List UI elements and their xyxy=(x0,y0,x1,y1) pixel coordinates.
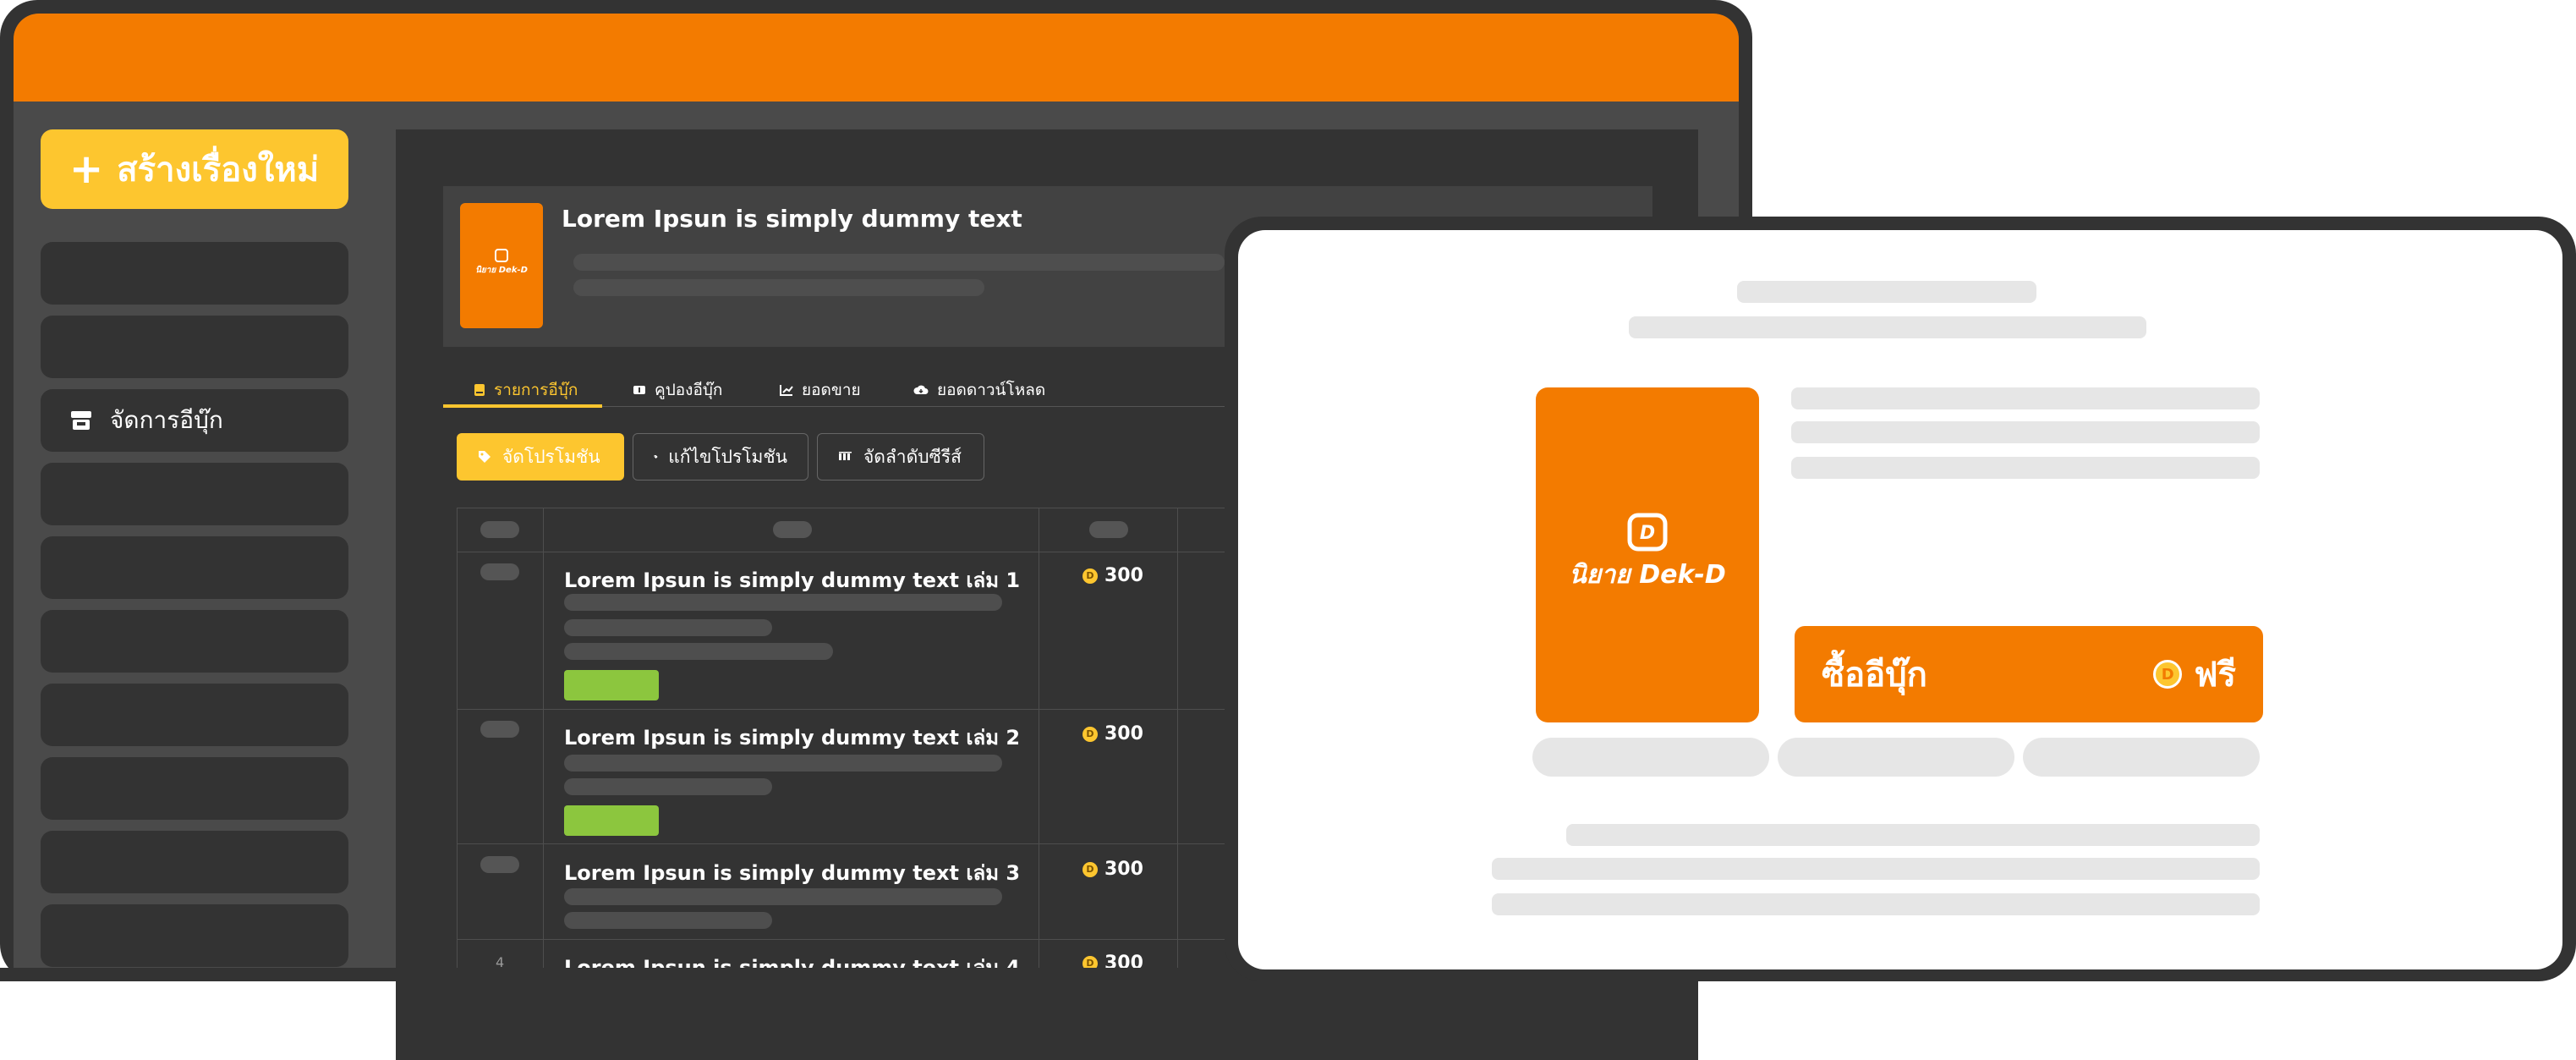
book-cover-thumbnail: นิยาย Dek-D xyxy=(460,203,543,328)
price-tag: D ฟรี xyxy=(2153,647,2236,701)
price: D 300 xyxy=(1082,565,1143,586)
book-cover: D นิยาย Dek-D xyxy=(1536,387,1759,722)
dekd-logo: นิยาย Dek-D xyxy=(460,249,543,277)
price-value: 300 xyxy=(1104,565,1143,586)
price-value: 300 xyxy=(1104,723,1143,744)
placeholder-line xyxy=(564,778,772,795)
sidebar-item[interactable] xyxy=(41,316,348,378)
table-border xyxy=(543,508,544,981)
row-number-placeholder xyxy=(480,721,519,738)
sidebar-item[interactable] xyxy=(41,757,348,820)
logo-text: นิยาย Dek-D xyxy=(475,266,528,275)
placeholder-line xyxy=(573,254,1225,271)
sidebar-item[interactable] xyxy=(41,463,348,525)
tab-label: คูปองอีบุ๊ก xyxy=(655,381,723,399)
placeholder-line xyxy=(1492,858,2260,880)
active-tab-indicator xyxy=(443,404,602,408)
sidebar-item-label: จัดการอีบุ๊ก xyxy=(110,406,223,434)
store-icon xyxy=(71,411,91,430)
price-label: ฟรี xyxy=(2194,656,2236,695)
sidebar-item[interactable] xyxy=(41,904,348,967)
buy-ebook-button[interactable]: ซื้ออีบุ๊ก D ฟรี xyxy=(1795,626,2263,722)
sidebar-item[interactable] xyxy=(41,242,348,305)
row-title: Lorem Ipsun is simply dummy text เล่ม 2 xyxy=(564,726,1021,750)
placeholder-pill xyxy=(1532,738,1769,777)
placeholder-line xyxy=(573,279,984,296)
tag-icon xyxy=(479,451,491,463)
button-label: จัดลำดับซีรีส์ xyxy=(863,446,962,467)
placeholder-line xyxy=(564,888,1002,905)
placeholder-pill xyxy=(2023,738,2260,777)
placeholder-line xyxy=(564,643,833,660)
chart-icon xyxy=(780,385,793,396)
edit-promotion-button[interactable]: แก้ไขโปรโมชัน xyxy=(633,433,808,481)
tab-downloads[interactable]: ยอดดาวน์โหลด xyxy=(913,377,1045,403)
logo-text: นิยาย Dek-D xyxy=(1569,560,1726,590)
tab-label: รายการอีบุ๊ก xyxy=(494,381,578,399)
table-border xyxy=(1177,508,1178,981)
create-promotion-button[interactable]: จัดโปรโมชัน xyxy=(457,433,624,481)
window-frame-bottom xyxy=(0,968,1235,981)
placeholder-line xyxy=(1629,316,2146,338)
status-badge xyxy=(564,670,659,700)
cloud-download-icon xyxy=(913,385,929,394)
button-label: แก้ไขโปรโมชัน xyxy=(668,446,787,467)
column-header xyxy=(773,521,812,538)
dekd-logo: D นิยาย Dek-D xyxy=(1536,513,1759,595)
button-label: จัดโปรโมชัน xyxy=(502,446,600,467)
row-number-placeholder xyxy=(480,563,519,580)
placeholder-pill xyxy=(1778,738,2014,777)
create-story-label: สร้างเรื่องใหม่ xyxy=(117,151,320,189)
sidebar-item[interactable] xyxy=(41,610,348,673)
dekd-logo-mark-icon: D xyxy=(1627,513,1668,552)
coin-icon: D xyxy=(1082,861,1098,877)
placeholder-line xyxy=(1791,457,2260,479)
tab-ebook-coupon[interactable]: คูปองอีบุ๊ก xyxy=(633,377,722,403)
tab-sales[interactable]: ยอดขาย xyxy=(780,377,861,403)
plus-icon: + xyxy=(69,146,104,193)
coupon-icon xyxy=(633,386,645,394)
price: D 300 xyxy=(1082,859,1143,880)
top-bar xyxy=(14,14,1739,102)
order-series-button[interactable]: จัดลำดับซีรีส์ xyxy=(817,433,984,481)
create-story-button[interactable]: + สร้างเรื่องใหม่ xyxy=(41,129,348,209)
placeholder-line xyxy=(1791,421,2260,443)
placeholder-line xyxy=(564,912,772,929)
sidebar-item[interactable] xyxy=(41,831,348,893)
status-badge xyxy=(564,805,659,836)
book-icon xyxy=(474,384,485,396)
tab-label: ยอดดาวน์โหลด xyxy=(937,381,1046,399)
row-title: Lorem Ipsun is simply dummy text เล่ม 3 xyxy=(564,861,1021,885)
placeholder-line xyxy=(1791,387,2260,409)
sidebar-item[interactable] xyxy=(41,536,348,599)
tab-label: ยอดขาย xyxy=(802,381,861,399)
placeholder-line xyxy=(1737,281,2036,303)
sidebar-item-manage-ebook[interactable]: จัดการอีบุ๊ก xyxy=(41,389,348,452)
tab-ebook-list[interactable]: รายการอีบุ๊ก xyxy=(474,377,578,403)
svg-text:D: D xyxy=(1640,523,1655,544)
coin-icon: D xyxy=(1082,568,1098,584)
sidebar-item[interactable] xyxy=(41,684,348,746)
buy-ebook-label: ซื้ออีบุ๊ก xyxy=(1822,656,1927,695)
placeholder-line xyxy=(1492,893,2260,915)
tag-icon xyxy=(654,454,658,459)
placeholder-line xyxy=(564,594,1002,611)
table-border xyxy=(457,508,458,981)
book-title: Lorem Ipsun is simply dummy text xyxy=(562,205,1022,233)
row-number-placeholder xyxy=(480,856,519,873)
coin-icon: D xyxy=(2153,660,2183,689)
column-header xyxy=(480,521,519,538)
price: D 300 xyxy=(1082,723,1143,744)
list-icon xyxy=(839,452,852,460)
price-value: 300 xyxy=(1104,859,1143,880)
placeholder-line xyxy=(564,619,772,636)
dekd-logo-mark-icon xyxy=(495,249,508,262)
placeholder-line xyxy=(564,755,1002,772)
placeholder-line xyxy=(1566,824,2260,846)
row-title: Lorem Ipsun is simply dummy text เล่ม 1 xyxy=(564,568,1021,592)
column-header xyxy=(1089,521,1128,538)
coin-icon: D xyxy=(1082,726,1098,742)
